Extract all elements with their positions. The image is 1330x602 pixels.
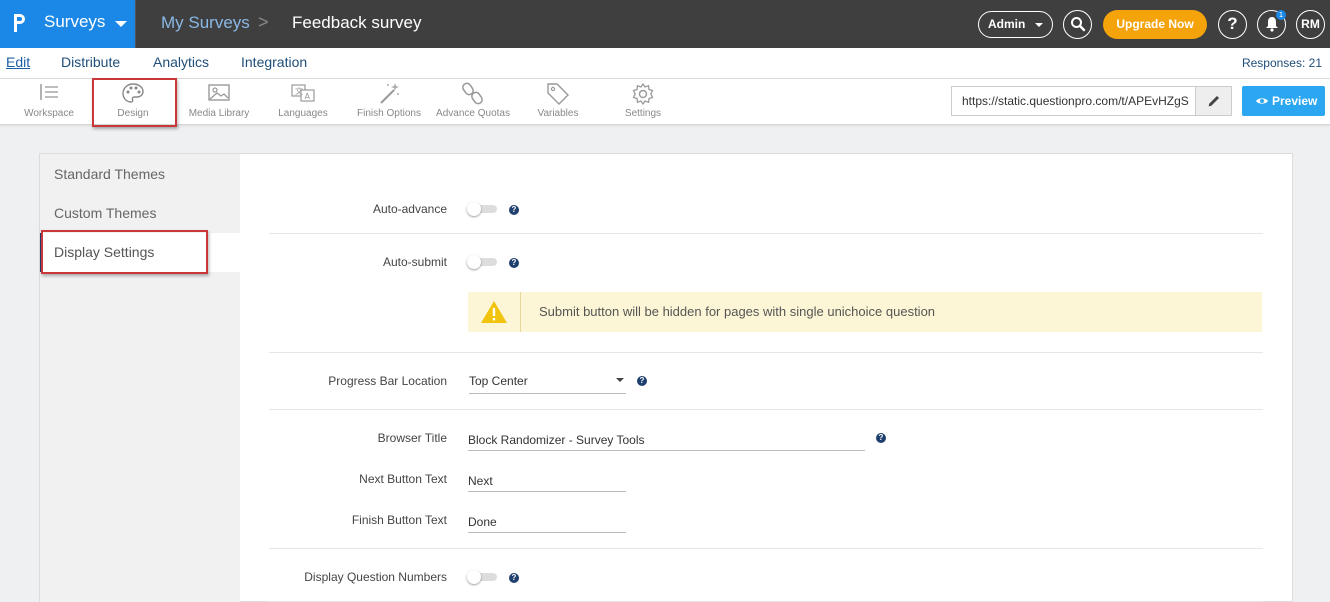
preview-button[interactable]: Preview: [1242, 86, 1325, 116]
progress-bar-location-value: Top Center: [469, 374, 528, 388]
toggle-knob: [467, 202, 481, 216]
image-icon: [208, 84, 230, 101]
breadcrumb-my-surveys[interactable]: My Surveys: [161, 13, 250, 33]
side-item-custom-themes[interactable]: Custom Themes: [40, 194, 240, 233]
help-icon[interactable]: ?: [509, 258, 519, 268]
side-item-standard-themes[interactable]: Standard Themes: [40, 155, 240, 194]
display-settings-highlight-box: [41, 230, 208, 274]
toolbar-label: Finish Options: [357, 108, 421, 119]
toolbar-settings[interactable]: Settings: [613, 79, 673, 125]
top-bar: Surveys My Surveys > Feedback survey Adm…: [0, 0, 1330, 48]
tab-edit[interactable]: Edit: [6, 54, 30, 70]
edit-url-button[interactable]: [1195, 87, 1231, 115]
toggle-knob: [467, 255, 481, 269]
theme-side-menu: Standard Themes Custom Themes Display Se…: [40, 154, 240, 602]
progress-bar-location-select[interactable]: Top Center: [469, 370, 626, 394]
finish-button-text-label: Finish Button Text: [351, 513, 447, 527]
survey-url-text: https://static.questionpro.com/t/APEvHZg…: [962, 94, 1189, 108]
wand-icon: [380, 83, 399, 104]
questionpro-logo-icon: [14, 14, 25, 32]
toolbar-label: Variables: [537, 108, 579, 119]
help-button[interactable]: ?: [1218, 10, 1247, 39]
search-icon: [1070, 17, 1085, 32]
help-icon[interactable]: ?: [509, 205, 519, 215]
next-button-text-input[interactable]: [468, 471, 626, 491]
progress-bar-location-label: Progress Bar Location: [328, 374, 447, 388]
workspace-icon: [40, 84, 58, 100]
display-question-numbers-label: Display Question Numbers: [304, 570, 447, 584]
pencil-icon: [1208, 95, 1220, 107]
toolbar-languages[interactable]: 文 A Languages: [273, 79, 333, 125]
link-icon: [462, 82, 483, 105]
chevron-right-icon: >: [258, 12, 269, 32]
caret-down-icon: [616, 378, 624, 382]
search-button[interactable]: [1063, 10, 1092, 39]
caret-down-icon: [115, 21, 127, 27]
translate-icon: 文 A: [291, 84, 315, 102]
browser-title-label: Browser Title: [377, 431, 447, 445]
upgrade-now-button[interactable]: Upgrade Now: [1103, 10, 1207, 39]
toolbar-workspace[interactable]: Workspace: [18, 79, 80, 125]
help-icon[interactable]: ?: [637, 376, 647, 386]
design-panel: Standard Themes Custom Themes Display Se…: [39, 153, 1293, 602]
toolbar-advance-quotas[interactable]: Advance Quotas: [434, 79, 512, 125]
warning-icon: [481, 301, 507, 323]
brand-title: Surveys: [44, 12, 106, 31]
browser-title-field[interactable]: [468, 430, 865, 451]
toolbar-label: Languages: [278, 108, 328, 119]
display-question-numbers-toggle[interactable]: [467, 570, 497, 584]
browser-title-input[interactable]: [468, 430, 865, 450]
design-highlight-box: [92, 78, 177, 127]
breadcrumb-current-survey: Feedback survey: [292, 13, 422, 32]
user-avatar[interactable]: RM: [1296, 10, 1325, 39]
gear-icon: [632, 82, 654, 106]
divider: [269, 548, 1263, 549]
auto-advance-label: Auto-advance: [372, 202, 447, 216]
admin-label: Admin: [988, 17, 1026, 31]
tab-distribute[interactable]: Distribute: [61, 54, 120, 70]
finish-button-text-input[interactable]: [468, 512, 626, 532]
responses-count[interactable]: Responses: 21: [1242, 56, 1322, 70]
help-icon[interactable]: ?: [876, 433, 886, 443]
toolbar-label: Advance Quotas: [436, 108, 510, 119]
finish-button-text-field[interactable]: [468, 512, 626, 533]
toolbar-variables[interactable]: Variables: [528, 79, 588, 125]
preview-label: Preview: [1272, 94, 1318, 108]
avatar-initials: RM: [1301, 17, 1320, 31]
next-button-text-field[interactable]: [468, 471, 626, 492]
divider: [520, 292, 521, 332]
next-button-text-label: Next Button Text: [359, 472, 447, 486]
toolbar-label: Workspace: [24, 108, 74, 119]
svg-text:A: A: [305, 92, 311, 101]
auto-submit-label: Auto-submit: [382, 255, 447, 269]
admin-dropdown[interactable]: Admin: [978, 11, 1053, 38]
auto-advance-toggle[interactable]: [467, 202, 497, 216]
divider: [269, 409, 1263, 410]
caret-down-icon: [1035, 23, 1043, 27]
eye-icon: [1256, 98, 1268, 104]
help-icon: ?: [1227, 14, 1238, 33]
tag-icon: [547, 83, 569, 105]
help-icon[interactable]: ?: [509, 573, 519, 583]
notification-count-badge: 1: [1276, 10, 1286, 20]
survey-url-field[interactable]: https://static.questionpro.com/t/APEvHZg…: [951, 86, 1232, 116]
divider: [269, 233, 1263, 234]
toolbar-label: Settings: [624, 108, 662, 119]
svg-text:文: 文: [295, 86, 303, 96]
single-choice-warning: Submit button will be hidden for pages w…: [468, 292, 1262, 332]
divider: [135, 0, 136, 48]
warning-text: Submit button will be hidden for pages w…: [539, 304, 936, 319]
toolbar-label: Media Library: [188, 108, 250, 119]
brand-menu[interactable]: Surveys: [0, 0, 135, 48]
survey-nav: Edit Distribute Analytics Integration Re…: [0, 48, 1330, 79]
tab-integration[interactable]: Integration: [241, 54, 307, 70]
toolbar-finish-options[interactable]: Finish Options: [353, 79, 425, 125]
divider: [269, 352, 1263, 353]
toggle-knob: [467, 570, 481, 584]
tab-analytics[interactable]: Analytics: [153, 54, 209, 70]
toolbar-media-library[interactable]: Media Library: [183, 79, 255, 125]
auto-submit-toggle[interactable]: [467, 255, 497, 269]
